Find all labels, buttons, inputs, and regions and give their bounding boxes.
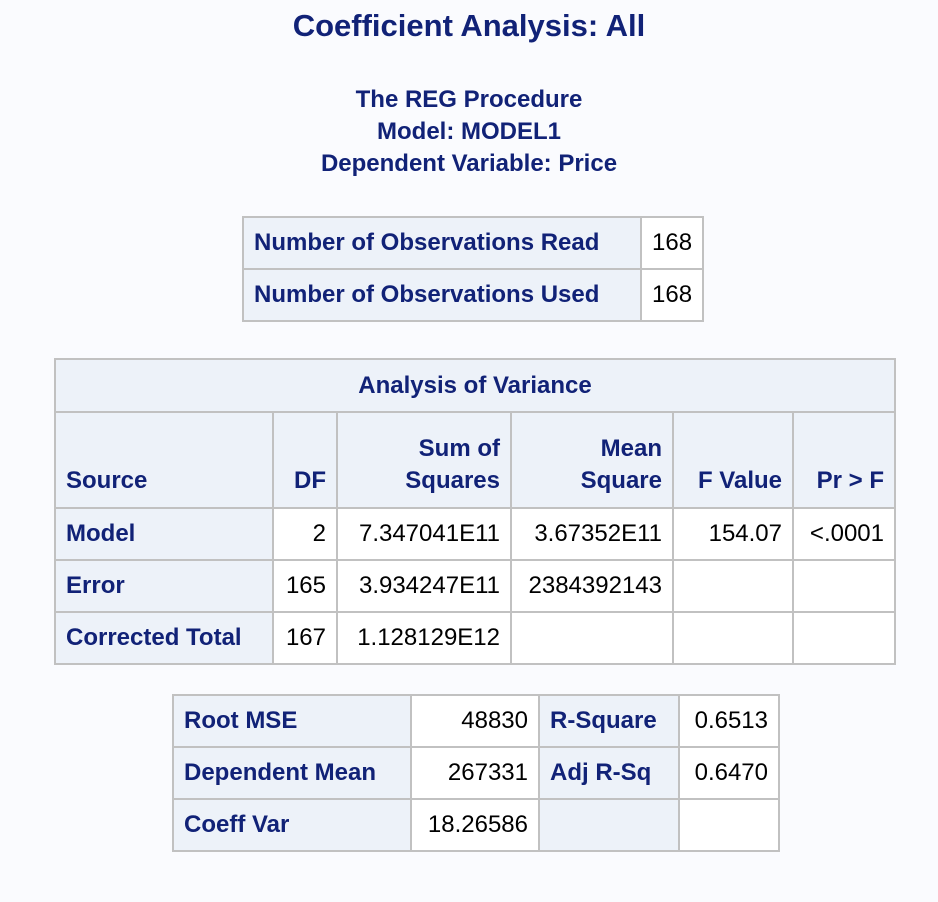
- cell-mean-square: 2384392143: [510, 559, 674, 613]
- page-title: Coefficient Analysis: All: [292, 8, 646, 43]
- empty-value-cell: [678, 798, 780, 852]
- obs-read-label: Number of Observations Read: [242, 216, 642, 270]
- adj-r-sq-value: 0.6470: [678, 746, 780, 800]
- coeff-var-label: Coeff Var: [172, 798, 412, 852]
- dependent-mean-label: Dependent Mean: [172, 746, 412, 800]
- cell-f-value: [672, 559, 794, 613]
- table-row: Corrected Total 167 1.128129E12: [54, 611, 896, 665]
- cell-df: 165: [272, 559, 338, 613]
- cell-f-value: [672, 611, 794, 665]
- anova-table: Analysis of Variance Source DF Sum of Sq…: [54, 358, 896, 665]
- root-mse-label: Root MSE: [172, 694, 412, 748]
- procedure-subtitle: The REG Procedure: [355, 86, 583, 113]
- adj-r-sq-label: Adj R-Sq: [538, 746, 680, 800]
- fit-statistics-table: Root MSE 48830 R-Square 0.6513 Dependent…: [172, 694, 780, 852]
- table-row: Coeff Var 18.26586: [172, 798, 780, 852]
- row-header-model: Model: [54, 507, 274, 561]
- cell-mean-square: 3.67352E11: [510, 507, 674, 561]
- dependent-variable-subtitle: Dependent Variable: Price: [320, 150, 618, 177]
- table-row: Number of Observations Used 168: [242, 268, 705, 322]
- coeff-var-value: 18.26586: [410, 798, 540, 852]
- column-header-df: DF: [272, 411, 338, 509]
- cell-sum-of-squares: 1.128129E12: [336, 611, 512, 665]
- column-header-f-value: F Value: [672, 411, 794, 509]
- table-row: Error 165 3.934247E11 2384392143: [54, 559, 896, 613]
- model-subtitle: Model: MODEL1: [377, 118, 561, 145]
- cell-sum-of-squares: 7.347041E11: [336, 507, 512, 561]
- sum-of-squares-line2: Squares: [405, 467, 500, 494]
- cell-df: 2: [272, 507, 338, 561]
- table-row: Number of Observations Read 168: [242, 216, 705, 270]
- r-square-value: 0.6513: [678, 694, 780, 748]
- obs-used-label: Number of Observations Used: [242, 268, 642, 322]
- cell-df: 167: [272, 611, 338, 665]
- column-header-pr-f: Pr > F: [792, 411, 896, 509]
- column-header-source: Source: [54, 411, 274, 509]
- dependent-mean-value: 267331: [410, 746, 540, 800]
- observations-table: Number of Observations Read 168 Number o…: [242, 216, 705, 322]
- subtitle-block: The REG Procedure Model: MODEL1 Dependen…: [0, 84, 938, 180]
- column-header-mean-square: Mean Square: [510, 411, 674, 509]
- cell-pr-f: [792, 611, 896, 665]
- mean-square-line1: Mean: [600, 435, 662, 462]
- cell-f-value: 154.07: [672, 507, 794, 561]
- column-header-sum-of-squares: Sum of Squares: [336, 411, 512, 509]
- empty-label-cell: [538, 798, 680, 852]
- row-header-error: Error: [54, 559, 274, 613]
- cell-pr-f: [792, 559, 896, 613]
- cell-sum-of-squares: 3.934247E11: [336, 559, 512, 613]
- root-mse-value: 48830: [410, 694, 540, 748]
- table-row: Source DF Sum of Squares Mean Square F V…: [54, 411, 896, 509]
- mean-square-line2: Square: [580, 467, 662, 494]
- cell-pr-f: <.0001: [792, 507, 896, 561]
- cell-mean-square: [510, 611, 674, 665]
- table-row: Analysis of Variance: [54, 358, 896, 413]
- r-square-label: R-Square: [538, 694, 680, 748]
- table-row: Model 2 7.347041E11 3.67352E11 154.07 <.…: [54, 507, 896, 561]
- obs-read-value: 168: [639, 216, 705, 270]
- obs-used-value: 168: [639, 268, 705, 322]
- table-row: Root MSE 48830 R-Square 0.6513: [172, 694, 780, 748]
- row-header-corrected-total: Corrected Total: [54, 611, 274, 665]
- table-row: Dependent Mean 267331 Adj R-Sq 0.6470: [172, 746, 780, 800]
- anova-caption: Analysis of Variance: [54, 358, 896, 413]
- sum-of-squares-line1: Sum of: [418, 435, 500, 462]
